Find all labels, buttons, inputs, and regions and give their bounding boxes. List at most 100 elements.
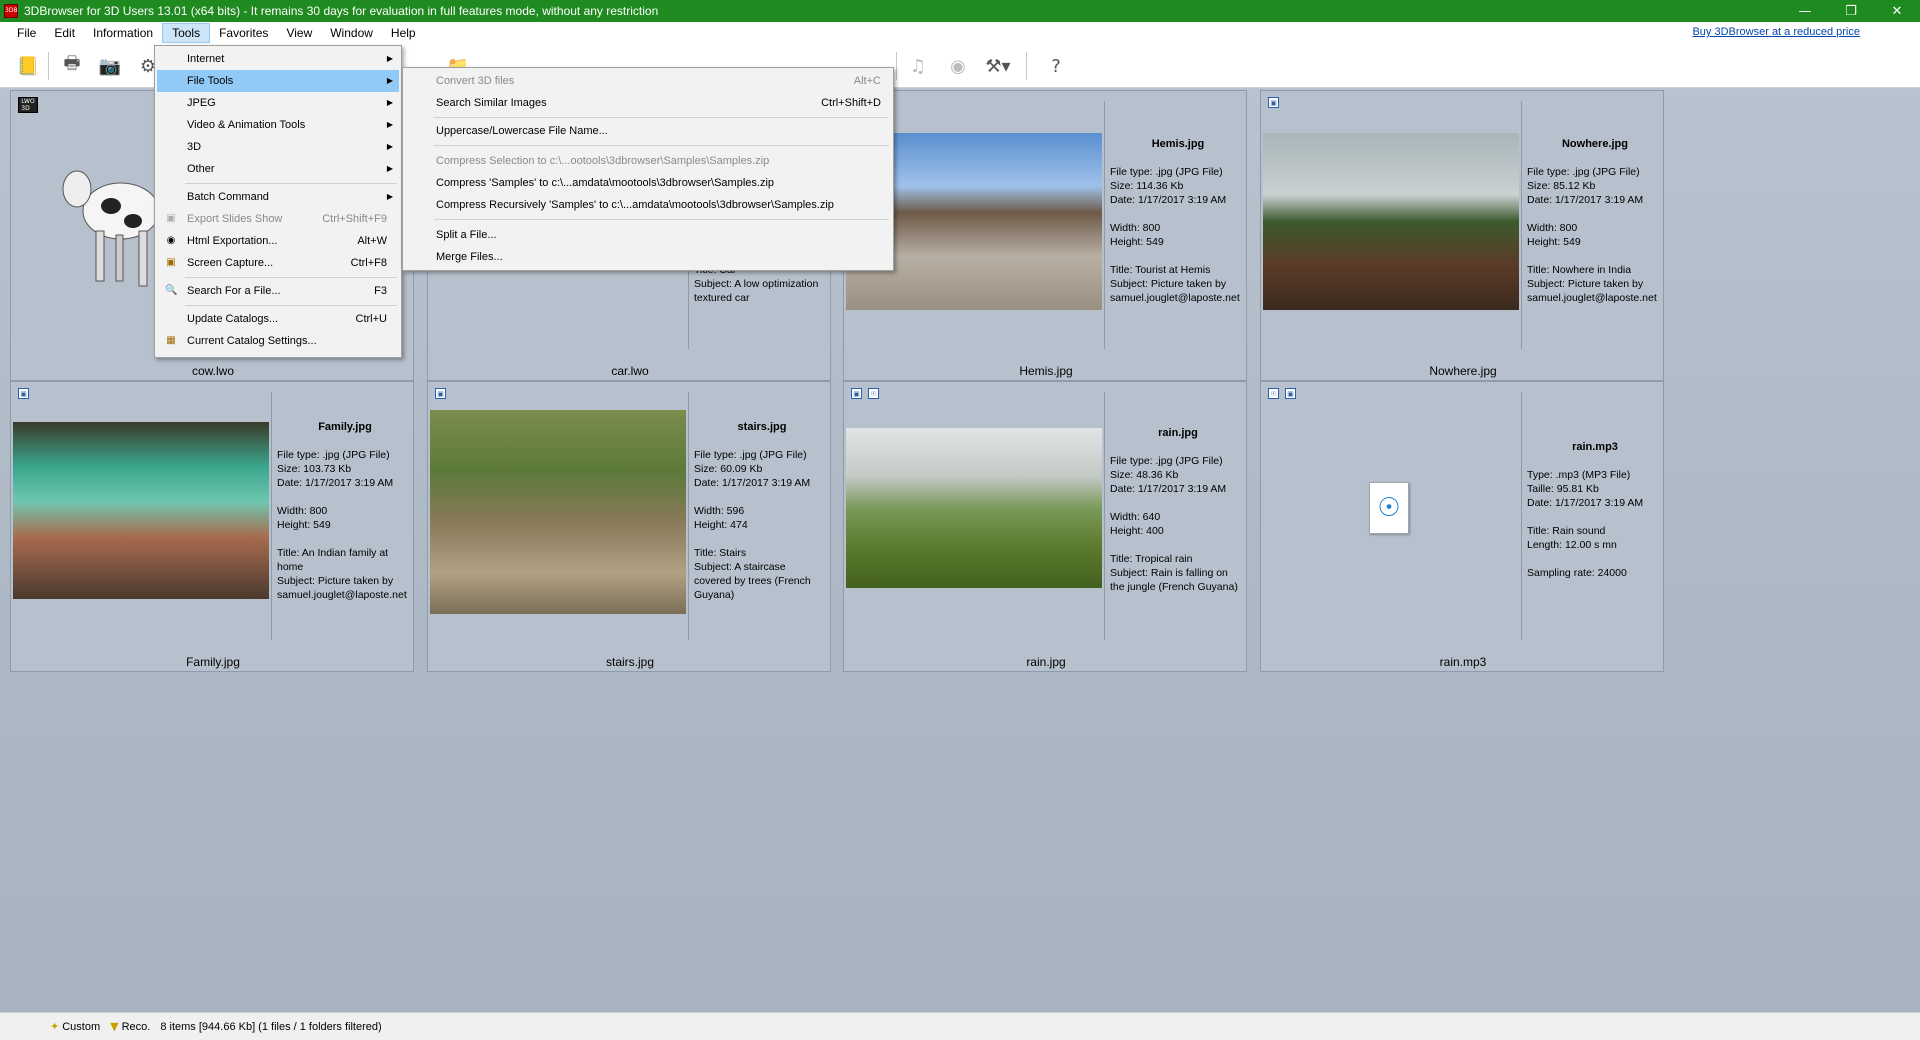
card-info: Nowhere.jpg File type: .jpg (JPG File) S… [1527,137,1663,305]
info-width: Width: 596 [694,505,745,517]
menu-item-merge-files[interactable]: Merge Files... [405,246,891,268]
submenu-arrow-icon: ▶ [386,76,393,85]
info-height: Height: 400 [1110,525,1164,537]
image-type-icon: ▣ [1268,97,1279,108]
card-caption: stairs.jpg [605,655,655,669]
menu-item-internet[interactable]: Internet ▶ [157,48,399,70]
menu-item-label: Merge Files... [436,251,503,263]
app-icon[interactable]: 3DB [4,4,18,18]
menu-view[interactable]: View [277,23,321,43]
camera-icon[interactable]: 📷 [96,52,124,80]
info-title-cont: home [277,561,304,573]
menu-item-screen-capture[interactable]: ▣ Screen Capture... Ctrl+F8 [157,252,399,274]
tools-dropdown-icon[interactable]: ⚒▾ [984,52,1012,80]
info-filename: rain.jpg [1158,427,1198,439]
info-date: Date: 1/17/2017 3:19 AM [694,477,811,489]
menu-bar: File Edit Information Tools Favorites Vi… [0,22,1920,44]
info-date: Date: 1/17/2017 3:19 AM [277,477,394,489]
nowhere-thumbnail [1263,133,1519,310]
menu-information[interactable]: Information [84,23,162,43]
menu-item-3d[interactable]: 3D ▶ [157,136,399,158]
menu-item-other[interactable]: Other ▶ [157,158,399,180]
menu-window[interactable]: Window [321,23,382,43]
menu-item-compress-samples[interactable]: Compress 'Samples' to c:\...amdata\mooto… [405,172,891,194]
file-card-family[interactable]: ▣ Family.jpg File type: .jpg (JPG File) … [10,381,414,672]
menu-item-batch-command[interactable]: Batch Command ▶ [157,186,399,208]
file-card-stairs[interactable]: ▣ stairs.jpg File type: .jpg (JPG File) … [427,381,831,672]
music-icon[interactable]: ♫ [904,52,932,80]
menu-item-label: File Tools [187,75,234,87]
info-subject-cont2: Guyana) [694,589,735,601]
menu-item-label: Compress Selection to c:\...ootools\3dbr… [436,155,770,167]
menu-item-file-tools[interactable]: File Tools ▶ [157,70,399,92]
catalog-icon[interactable]: 📒 [14,52,42,80]
catalog-icon: ▦ [166,335,176,346]
info-height: Height: 549 [1110,236,1164,248]
menu-item-label: Search For a File... [187,285,281,297]
menu-favorites[interactable]: Favorites [210,23,277,43]
menu-item-jpeg[interactable]: JPEG ▶ [157,92,399,114]
buy-link[interactable]: Buy 3DBrowser at a reduced price [1692,26,1860,38]
info-sampling: Sampling rate: 24000 [1527,567,1627,579]
card-badges: ☉ ▣ [1268,388,1296,399]
menu-item-label: Uppercase/Lowercase File Name... [436,125,608,137]
menu-item-label: 3D [187,141,202,153]
menu-help[interactable]: Help [382,23,425,43]
menu-item-compress-selection[interactable]: Compress Selection to c:\...ootools\3dbr… [405,150,891,172]
menu-separator [185,277,397,278]
menu-item-search-similar-images[interactable]: Search Similar Images Ctrl+Shift+D [405,92,891,114]
submenu-arrow-icon: ▶ [386,164,393,173]
menu-shortcut: Alt+C [853,75,881,87]
minimize-icon[interactable]: — [1782,0,1828,22]
card-divider [271,392,272,640]
card-divider [688,392,689,640]
menu-item-uppercase-lowercase[interactable]: Uppercase/Lowercase File Name... [405,120,891,142]
rain-thumbnail [846,428,1102,588]
image-type-icon: ▣ [851,388,862,399]
camera-icon: ▣ [166,257,176,268]
menu-item-label: Update Catalogs... [187,313,279,325]
menu-edit[interactable]: Edit [45,23,84,43]
file-card-nowhere[interactable]: ▣ Nowhere.jpg File type: .jpg (JPG File)… [1260,90,1664,381]
info-title: Title: Tourist at Hemis [1110,264,1211,276]
menu-tools[interactable]: Tools [162,23,211,43]
menu-shortcut: Ctrl+U [355,313,387,325]
custom-status[interactable]: ✦ Custom [50,1020,100,1033]
info-type: File type: .jpg (JPG File) [277,449,390,461]
menu-item-current-catalog-settings[interactable]: ▦ Current Catalog Settings... [157,330,399,352]
file-card-hemis[interactable]: Hemis.jpg File type: .jpg (JPG File) Siz… [843,90,1247,381]
menu-separator [185,305,397,306]
card-badges: ▣ ☉ [851,388,879,399]
card-badges: ▣ [1268,97,1279,108]
menu-item-export-slides-show[interactable]: ▣ Export Slides Show Ctrl+Shift+F9 [157,208,399,230]
menu-item-update-catalogs[interactable]: Update Catalogs... Ctrl+U [157,308,399,330]
audio-file-icon: ☉ [1369,482,1409,534]
info-subject-cont: the jungle (French Guyana) [1110,581,1238,593]
file-card-rain-mp3[interactable]: ☉ ▣ ☉ rain.mp3 Type: .mp3 (MP3 File) Tai… [1260,381,1664,672]
restore-icon[interactable]: ❐ [1828,0,1874,22]
menu-item-html-exportation[interactable]: ◉ Html Exportation... Alt+W [157,230,399,252]
menu-shortcut: Ctrl+Shift+D [821,97,881,109]
menu-shortcut: Ctrl+F8 [350,257,387,269]
menu-item-convert-3d-files[interactable]: Convert 3D files Alt+C [405,70,891,92]
reco-status[interactable]: ▼ Reco. [110,1020,150,1033]
info-type: File type: .jpg (JPG File) [1110,166,1223,178]
info-width: Width: 800 [1110,222,1161,234]
menu-item-split-a-file[interactable]: Split a File... [405,224,891,246]
menu-item-search-for-a-file[interactable]: 🔍 Search For a File... F3 [157,280,399,302]
close-icon[interactable]: ✕ [1874,0,1920,22]
menu-item-video-animation-tools[interactable]: Video & Animation Tools ▶ [157,114,399,136]
eye-icon[interactable]: ◉ [944,52,972,80]
card-caption: car.lwo [611,364,649,378]
card-badges: ▣ [435,388,446,399]
stairs-thumbnail [430,410,686,614]
info-subject: Subject: Picture taken by [1110,278,1227,290]
printer-icon[interactable]: 🖶 [58,52,86,80]
info-width: Width: 800 [1527,222,1578,234]
file-card-rain[interactable]: ▣ ☉ rain.jpg File type: .jpg (JPG File) … [843,381,1247,672]
menu-item-label: Search Similar Images [436,97,547,109]
help-icon[interactable]: ? [1042,52,1070,80]
menu-file[interactable]: File [8,23,45,43]
info-filename: Family.jpg [318,421,372,433]
menu-item-compress-recursively[interactable]: Compress Recursively 'Samples' to c:\...… [405,194,891,216]
